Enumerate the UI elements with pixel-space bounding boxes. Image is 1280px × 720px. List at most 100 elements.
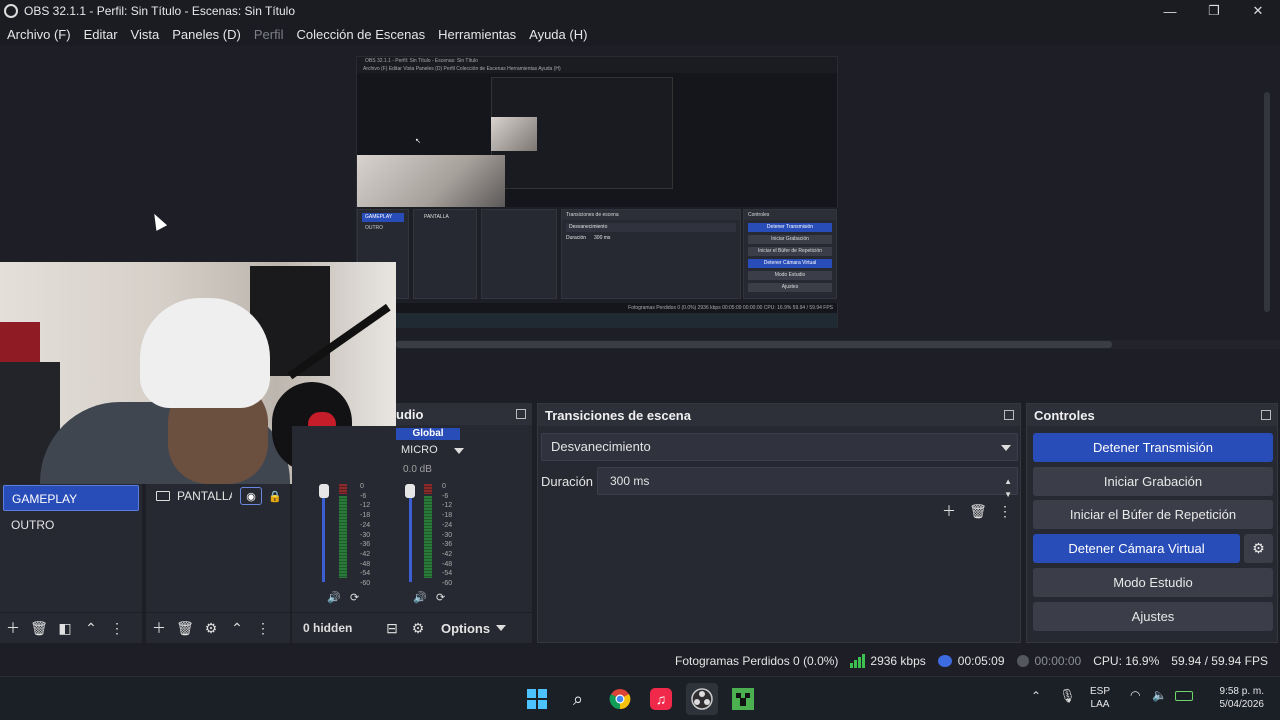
duration-value: 300 ms: [610, 474, 650, 488]
preview-scrollbar-vertical[interactable]: [1264, 92, 1270, 312]
battery-icon[interactable]: [1175, 691, 1193, 701]
remove-scene-button[interactable]: 🗑: [26, 615, 52, 641]
micro-db-scale: 0 -6 -12 -18 -24 -30 -36 -42 -48 -54 -60: [442, 483, 453, 588]
replay-buffer-button[interactable]: Iniciar el Búfer de Repetición: [1033, 500, 1273, 529]
mixer-title-text: udio: [396, 406, 424, 422]
volume-fader-knob[interactable]: [319, 484, 329, 498]
status-bar: Fotogramas Perdidos 0 (0.0%) 2936 kbps 0…: [0, 648, 1280, 674]
duration-input[interactable]: 300 ms ▲ ▼: [597, 467, 1018, 499]
sources-list[interactable]: PANTALLA ◉ 🔒: [146, 484, 290, 612]
scene-filters-button[interactable]: ◧: [52, 615, 78, 641]
maximize-button[interactable]: ❐: [1192, 0, 1236, 22]
mixer-advanced-icon[interactable]: ⚙: [405, 615, 431, 641]
chevron-down-icon: [1001, 445, 1011, 451]
options-caret-icon[interactable]: [496, 625, 507, 631]
volume-fader-track[interactable]: [322, 488, 325, 582]
source-more-button[interactable]: ⋮: [250, 615, 276, 641]
volume-icon[interactable]: 🔈: [1152, 688, 1167, 702]
micro-meter-red: [424, 484, 432, 494]
virtual-camera-gear-icon[interactable]: ⚙: [1244, 534, 1273, 563]
language-layout: LAA: [1090, 699, 1110, 710]
hidden-count[interactable]: 0 hidden: [303, 621, 379, 635]
settings-button[interactable]: Ajustes: [1033, 602, 1273, 631]
webcam-person-hat: [140, 298, 270, 408]
menu-paneles[interactable]: Paneles (D): [172, 27, 241, 42]
live-icon: [937, 655, 952, 667]
clock[interactable]: 9:58 p. m. 5/04/2026: [1206, 685, 1265, 711]
duration-label: Duración: [541, 474, 594, 489]
source-item-pantalla[interactable]: PANTALLA ◉ 🔒: [146, 484, 290, 508]
visibility-eye-icon[interactable]: ◉: [240, 487, 262, 505]
source-label: PANTALLA: [177, 489, 232, 503]
lock-icon[interactable]: 🔒: [268, 490, 282, 503]
menu-ayuda[interactable]: Ayuda (H): [529, 27, 587, 42]
nested-replay-buffer: Iniciar el Búfer de Repetición: [748, 247, 832, 256]
audio-settings-icon[interactable]: ⟳: [350, 591, 359, 604]
nested-stop-stream: Detener Transmisión: [748, 223, 832, 232]
speaker-icon[interactable]: 🔊: [327, 591, 341, 604]
studio-mode-button[interactable]: Modo Estudio: [1033, 568, 1273, 597]
nested-obs-capture: OBS 32.1.1 - Perfil: Sin Título - Escena…: [356, 56, 839, 328]
add-transition-button[interactable]: ＋: [936, 498, 962, 524]
menu-coleccion-escenas[interactable]: Colección de Escenas: [296, 27, 425, 42]
microphone-icon[interactable]: 🎙: [1059, 688, 1076, 704]
move-source-up-button[interactable]: ⌃: [224, 615, 250, 641]
music-app-icon[interactable]: ♫: [645, 683, 677, 715]
stop-stream-button[interactable]: Detener Transmisión: [1033, 433, 1273, 462]
micro-fader-track[interactable]: [409, 488, 412, 582]
nested-duration: 300 ms: [594, 235, 611, 241]
menu-editar[interactable]: Editar: [84, 27, 118, 42]
menu-archivo[interactable]: Archivo (F): [7, 27, 71, 42]
tray-chevron-up-icon[interactable]: ⌃: [1031, 689, 1041, 703]
menu-perfil[interactable]: Perfil: [254, 27, 284, 42]
menu-herramientas[interactable]: Herramientas: [438, 27, 516, 42]
minecraft-icon[interactable]: [727, 683, 759, 715]
mixer-channel-name: MICRO: [401, 444, 438, 456]
search-icon[interactable]: ⌕: [562, 683, 594, 715]
controls-undock-icon[interactable]: [1261, 410, 1271, 420]
monitor-icon: [156, 491, 170, 501]
chrome-icon[interactable]: [604, 683, 636, 715]
move-scene-up-button[interactable]: ⌃: [78, 615, 104, 641]
micro-speaker-icon[interactable]: 🔊: [413, 591, 427, 604]
micro-meter: [424, 496, 432, 578]
minimize-button[interactable]: —: [1148, 0, 1192, 22]
scenes-toolbar: ＋ 🗑 ◧ ⌃ ⋮: [0, 613, 142, 643]
transition-select[interactable]: Desvanecimiento: [541, 433, 1018, 461]
micro-settings-icon[interactable]: ⟳: [436, 591, 445, 604]
remove-source-button[interactable]: 🗑: [172, 615, 198, 641]
options-button[interactable]: Options: [441, 621, 490, 636]
nested-menu: Archivo (F) Editar Vista Paneles (D) Per…: [357, 65, 837, 73]
scene-item-outro[interactable]: OUTRO: [3, 512, 139, 538]
title-bar: OBS 32.1.1 - Perfil: Sin Título - Escena…: [0, 0, 1280, 22]
nested-taskbar: [357, 313, 837, 328]
channel-dropdown-icon[interactable]: [454, 448, 464, 454]
transition-more-button[interactable]: ⋮: [992, 498, 1018, 524]
add-source-button[interactable]: ＋: [146, 615, 172, 641]
menu-vista[interactable]: Vista: [131, 27, 160, 42]
keyboard-language[interactable]: ESP LAA: [1090, 685, 1110, 711]
remove-transition-button[interactable]: 🗑: [965, 498, 991, 524]
scene-more-button[interactable]: ⋮: [104, 615, 130, 641]
obs-taskbar-icon[interactable]: [686, 683, 718, 715]
windows-start-icon[interactable]: [521, 683, 553, 715]
nested-duration-label: Duración: [566, 235, 587, 241]
wifi-icon[interactable]: ◠: [1130, 688, 1140, 702]
mixer-toolbar: 0 hidden ⊟ ⚙ Options: [292, 613, 532, 643]
nested-studio-mode: Modo Estudio: [748, 271, 832, 280]
transitions-undock-icon[interactable]: [1004, 410, 1014, 420]
preview-scrollbar-horizontal[interactable]: [396, 341, 1112, 348]
stream-timer: 00:05:09: [937, 654, 1005, 668]
source-properties-gear-icon[interactable]: ⚙: [198, 615, 224, 641]
close-button[interactable]: ✕: [1236, 0, 1280, 22]
start-record-button[interactable]: Iniciar Grabación: [1033, 467, 1273, 496]
mixer-layout-icon[interactable]: ⊟: [379, 615, 405, 641]
nested-settings: Ajustes: [748, 283, 832, 292]
scene-item-gameplay[interactable]: GAMEPLAY: [3, 485, 139, 511]
undock-icon[interactable]: [516, 409, 526, 419]
stop-virtual-camera-button[interactable]: Detener Cámara Virtual: [1033, 534, 1240, 563]
micro-fader-knob[interactable]: [405, 484, 415, 498]
add-scene-button[interactable]: ＋: [0, 615, 26, 641]
windows-taskbar: ⌕ ♫ ⌃ 🎙 ESP LAA ◠ 🔈 9:58 p. m. 5/04/2026: [0, 676, 1280, 720]
scenes-list[interactable]: GAMEPLAY OUTRO: [0, 484, 142, 612]
